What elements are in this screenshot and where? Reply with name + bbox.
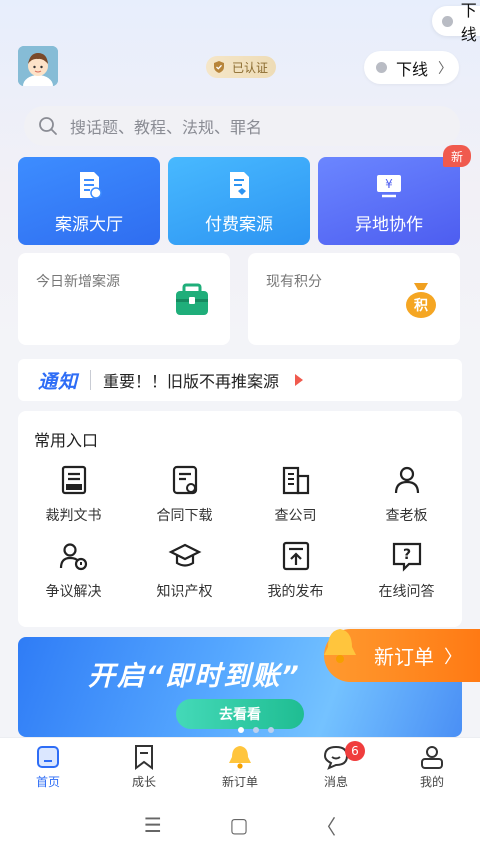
remote-collab-button[interactable]: ¥ 异地协作 xyxy=(318,157,460,245)
case-hall-label: 案源大厅 xyxy=(55,214,123,235)
quick-item-label: 知识产权 xyxy=(156,584,213,600)
verified-label: 已认证 xyxy=(232,60,269,75)
tab-label: 消息 xyxy=(323,775,348,789)
svg-text:¥: ¥ xyxy=(385,177,393,191)
dispute-icon xyxy=(59,543,87,571)
new-badge: 新 xyxy=(443,145,471,167)
svg-text:?: ? xyxy=(402,547,410,563)
today-new-cases-card[interactable]: 今日新增案源 xyxy=(18,253,230,345)
carousel-dot xyxy=(253,727,259,733)
quick-item-contract-download[interactable]: 合同下载 xyxy=(129,463,240,525)
carousel-dots xyxy=(238,727,274,733)
home-icon xyxy=(37,746,59,768)
avatar[interactable] xyxy=(18,46,58,86)
graduation-cap-icon xyxy=(168,543,201,567)
search-input[interactable]: 搜话题、教程、法规、罪名 xyxy=(24,106,460,146)
notice-bar[interactable]: 通知 重要！！旧版不再推案源 xyxy=(18,359,462,401)
quick-item-dispute[interactable]: 争议解决 xyxy=(18,539,129,601)
new-order-float-button[interactable]: 新订单 〉 xyxy=(324,629,480,682)
quick-item-label: 争议解决 xyxy=(45,584,102,600)
play-arrow-icon xyxy=(295,374,304,386)
publish-icon xyxy=(282,541,309,571)
quick-item-judgment-docs[interactable]: 裁判文书 xyxy=(18,463,129,525)
new-order-float-label: 新订单 xyxy=(374,645,434,669)
carousel-dot xyxy=(238,727,244,733)
tab-home[interactable]: 首页 xyxy=(0,738,96,797)
notice-logo: 通知 xyxy=(38,370,79,393)
tab-label: 成长 xyxy=(131,775,156,789)
quick-item-label: 合同下载 xyxy=(156,508,213,524)
remote-collab-label: 异地协作 xyxy=(355,214,423,235)
tab-new-order[interactable]: 新订单 xyxy=(192,738,288,797)
judgment-doc-icon xyxy=(61,465,86,495)
notice-text: 重要！！旧版不再推案源 xyxy=(103,372,280,391)
quick-item-label: 裁判文书 xyxy=(45,508,102,524)
search-placeholder: 搜话题、教程、法规、罪名 xyxy=(70,118,263,137)
paid-cases-label: 付费案源 xyxy=(205,214,273,235)
points-bag-text: 积 xyxy=(414,298,428,314)
unread-badge: 6 xyxy=(345,741,365,761)
banner-go-button[interactable]: 去看看 xyxy=(176,699,304,729)
paid-document-icon xyxy=(230,171,249,198)
carousel-dot xyxy=(268,727,274,733)
back-icon[interactable]: 〈 xyxy=(316,811,336,840)
question-icon: ? xyxy=(392,542,421,572)
tab-messages[interactable]: 消息 6 xyxy=(288,738,384,797)
tab-me[interactable]: 我的 xyxy=(384,738,480,797)
quick-item-my-posts[interactable]: 我的发布 xyxy=(240,539,351,601)
online-status-label: 下线 xyxy=(396,59,429,79)
chevron-right-icon: 〉 xyxy=(444,646,462,668)
home-square-icon[interactable]: ▢ xyxy=(230,813,249,837)
quick-item-ip[interactable]: 知识产权 xyxy=(129,539,240,601)
divider xyxy=(90,370,92,390)
paid-cases-button[interactable]: 付费案源 xyxy=(168,157,310,245)
document-icon xyxy=(80,171,102,199)
quick-item-label: 我的发布 xyxy=(267,584,324,600)
profile-icon xyxy=(421,746,443,769)
quick-item-company-search[interactable]: 查公司 xyxy=(240,463,351,525)
status-dot xyxy=(376,62,387,73)
tab-growth[interactable]: 成长 xyxy=(96,738,192,797)
briefcase-icon xyxy=(176,283,208,315)
person-icon xyxy=(394,466,419,494)
bookmark-icon xyxy=(135,745,153,770)
quick-item-label: 在线问答 xyxy=(378,584,435,600)
avatar-icon xyxy=(18,46,58,86)
quick-item-label: 查公司 xyxy=(274,508,317,524)
system-nav-bar: ☰ ▢ 〈 xyxy=(0,797,480,853)
points-card[interactable]: 现有积分 积 xyxy=(248,253,460,345)
today-new-cases-label: 今日新增案源 xyxy=(36,274,120,290)
banner-text: 开启“即时到账” xyxy=(88,661,301,692)
shield-icon xyxy=(214,61,224,73)
yen-screen-icon: ¥ xyxy=(377,174,401,197)
top-status-label: 下线 xyxy=(460,1,477,44)
menu-icon[interactable]: ☰ xyxy=(144,813,162,837)
tab-label: 首页 xyxy=(35,775,60,789)
quick-entry-panel: 常用入口 裁判文书 合同下载 查公司 查老板 争议解决 知识产权 我的发布 ? … xyxy=(18,411,462,627)
contract-icon xyxy=(172,465,197,495)
case-hall-button[interactable]: 案源大厅 xyxy=(18,157,160,245)
top-status-pill[interactable]: 下线 xyxy=(432,1,480,44)
building-icon xyxy=(282,466,309,495)
online-status-toggle[interactable]: 下线 〉 xyxy=(364,51,459,84)
quick-item-boss-search[interactable]: 查老板 xyxy=(351,463,462,525)
quick-item-online-qa[interactable]: ? 在线问答 xyxy=(351,539,462,601)
bottom-tab-bar: 首页 成长 新订单 消息 6 我的 xyxy=(0,737,480,797)
bell-icon xyxy=(229,746,251,769)
tab-label: 我的 xyxy=(419,775,444,789)
quick-entry-title: 常用入口 xyxy=(34,431,99,450)
chevron-right-icon: 〉 xyxy=(438,60,453,77)
search-icon xyxy=(39,117,57,135)
points-label: 现有积分 xyxy=(266,274,322,290)
status-dot xyxy=(442,15,453,27)
verified-badge: 已认证 xyxy=(206,56,277,78)
bell-icon xyxy=(324,629,356,663)
quick-item-label: 查老板 xyxy=(385,508,428,524)
tab-label: 新订单 xyxy=(221,775,258,789)
